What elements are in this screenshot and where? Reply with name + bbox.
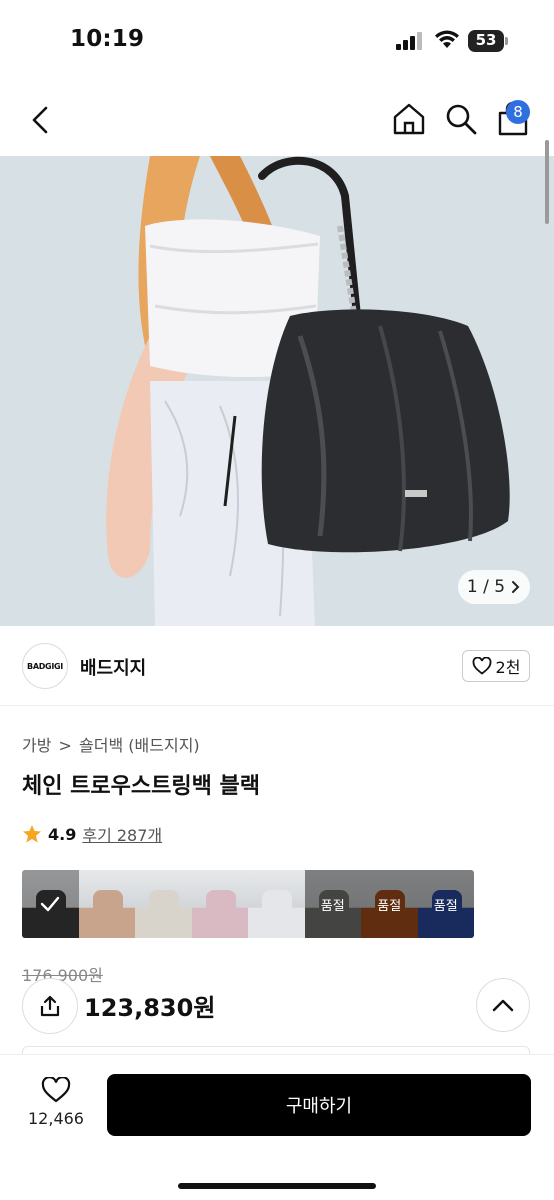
cart-count-badge: 8 <box>506 100 530 124</box>
color-option[interactable]: 품절 <box>417 870 474 938</box>
color-option[interactable] <box>248 870 305 938</box>
check-icon <box>41 896 60 912</box>
back-icon[interactable] <box>24 102 60 138</box>
signal-icon <box>396 32 422 50</box>
wishlist-button[interactable]: 12,466 <box>20 1077 92 1137</box>
option-bag-swatch <box>262 890 292 920</box>
breadcrumb-category[interactable]: 가방 <box>22 736 51 755</box>
breadcrumb: 가방 > 숄더백 (배드지지) <box>22 732 202 756</box>
share-button[interactable] <box>22 978 78 1034</box>
color-option[interactable] <box>78 870 135 938</box>
color-option[interactable]: 품절 <box>361 870 418 938</box>
status-time: 10:19 <box>70 26 145 52</box>
sold-out-label: 품절 <box>361 870 418 938</box>
sold-out-label: 품절 <box>417 870 474 938</box>
option-bag-swatch <box>149 890 179 920</box>
color-option[interactable] <box>22 870 79 938</box>
share-icon <box>40 995 60 1017</box>
selected-overlay <box>22 870 79 938</box>
rating-row: 4.9 후기 287개 <box>22 822 162 846</box>
scroll-top-button[interactable] <box>476 978 530 1032</box>
home-indicator <box>178 1183 376 1189</box>
brand-name[interactable]: 배드지지 <box>80 654 146 680</box>
heart-icon <box>41 1077 71 1103</box>
color-option[interactable] <box>135 870 192 938</box>
top-nav <box>0 84 554 156</box>
status-bar: 10:19 53 <box>0 0 554 84</box>
option-bag-swatch <box>92 890 123 920</box>
wishlist-count: 12,466 <box>28 1109 84 1128</box>
sold-out-label: 품절 <box>304 870 361 938</box>
color-option[interactable]: 품절 <box>304 870 361 938</box>
brand-logo[interactable]: BADGIGI <box>22 643 68 689</box>
image-counter[interactable]: 1 / 5 <box>458 570 530 604</box>
rating-value: 4.9 <box>48 824 77 844</box>
star-icon <box>23 825 41 843</box>
product-photo <box>0 156 554 626</box>
option-bag-swatch <box>205 890 236 920</box>
color-options: 품절 품절 품절 <box>22 870 474 938</box>
buy-button[interactable]: 구매하기 <box>107 1074 531 1136</box>
product-image[interactable] <box>0 156 554 626</box>
breadcrumb-separator: > <box>58 736 72 755</box>
image-counter-text: 1 / 5 <box>466 577 506 597</box>
bottom-action-bar: 12,466 구매하기 <box>0 1054 554 1200</box>
home-icon[interactable] <box>390 100 428 138</box>
search-icon[interactable] <box>442 100 480 138</box>
chevron-up-icon <box>492 999 514 1012</box>
review-link[interactable]: 후기 287개 <box>82 822 162 846</box>
battery-icon: 53 <box>468 30 508 52</box>
sale-price: 123,830원 <box>84 994 216 1022</box>
product-title: 체인 트로우스트링백 블랙 <box>22 774 260 799</box>
brand-like-count: 2천 <box>495 658 521 677</box>
brand-row: BADGIGI 배드지지 2천 <box>0 626 554 706</box>
scroll-indicator <box>545 140 549 224</box>
breadcrumb-subcategory[interactable]: 숄더백 (배드지지) <box>79 736 200 755</box>
wifi-icon <box>435 30 459 48</box>
brand-like-button[interactable]: 2천 <box>462 650 530 682</box>
battery-level: 53 <box>475 31 497 49</box>
heart-icon <box>472 657 491 675</box>
chevron-right-icon <box>512 581 520 593</box>
color-option[interactable] <box>191 870 248 938</box>
